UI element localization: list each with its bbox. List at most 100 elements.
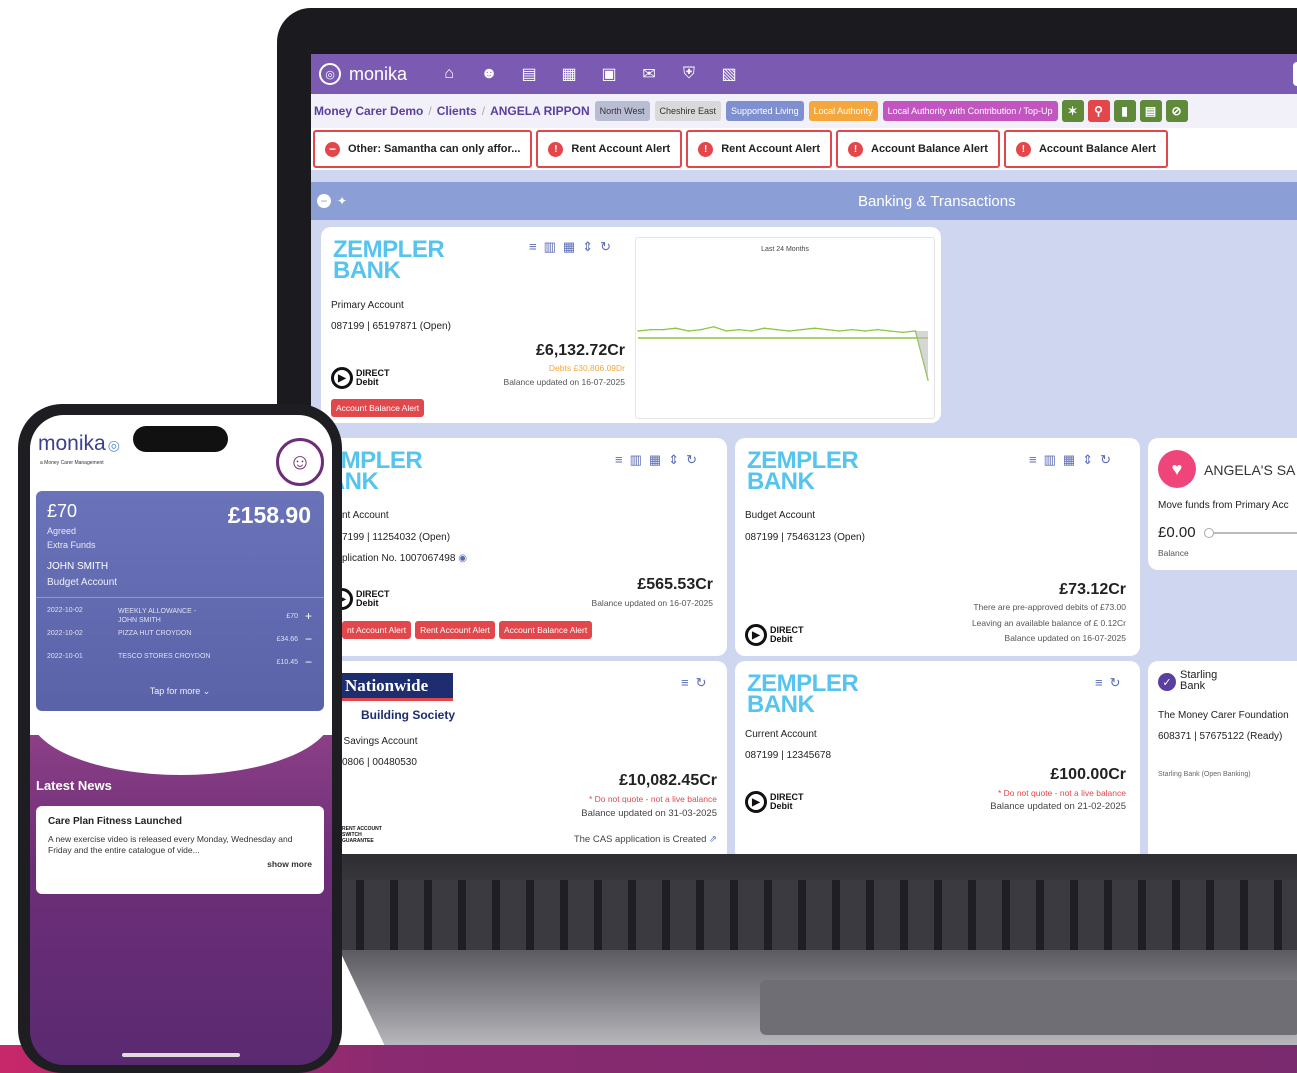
section-header: − ✦ Banking & Transactions	[311, 182, 1297, 220]
tap-for-more[interactable]: Tap for more ⌄	[36, 686, 324, 697]
chart-icon[interactable]: ▥	[544, 239, 556, 255]
chevron-down-icon: ⌄	[202, 686, 211, 696]
location-icon[interactable]: ⚲	[1087, 100, 1110, 122]
eye-icon[interactable]: ◉	[458, 553, 467, 564]
savings-slider[interactable]	[1204, 528, 1297, 538]
block-icon[interactable]: ⊘	[1165, 100, 1188, 122]
menu-icon[interactable]: ≡	[1029, 452, 1037, 468]
grid-icon[interactable]: ▦	[563, 239, 575, 255]
mail-icon[interactable]: ✉	[639, 64, 659, 84]
clipboard-icon[interactable]: ▣	[599, 64, 619, 84]
chart-point	[889, 330, 891, 332]
refresh-icon[interactable]: ↻	[600, 239, 611, 255]
external-link-icon[interactable]: ⇗	[709, 834, 717, 845]
account-name: \ Savings Account	[338, 736, 418, 747]
chart-point	[826, 328, 828, 331]
chart-point	[876, 328, 879, 331]
savings-pot-card[interactable]: ♥ ANGELA'S SA Move funds from Primary Ac…	[1148, 438, 1297, 570]
alert-balance-2[interactable]: ! Account Balance Alert	[1003, 130, 1168, 168]
grid-icon[interactable]: ▦	[649, 452, 661, 468]
tag-cheshire-east: Cheshire East	[654, 101, 722, 121]
report-icon[interactable]: ▤	[1139, 100, 1162, 122]
nationwide-logo: Nationwide	[341, 673, 453, 701]
sort-icon[interactable]: ⇕	[1082, 452, 1093, 468]
people-icon[interactable]: ☻	[479, 64, 499, 84]
nationwide-sub: Building Society	[361, 708, 456, 722]
news-card[interactable]: Care Plan Fitness Launched A new exercis…	[36, 806, 324, 894]
receipt-icon[interactable]: ▦	[559, 64, 579, 84]
home-indicator[interactable]	[122, 1053, 240, 1057]
primary-account-card[interactable]: ZEMPLER BANK ≡ ▥ ▦ ⇕ ↻ Primary Account 087199…	[321, 227, 941, 423]
starling-account-card[interactable]: ✓ Starling Bank The Money Carer Foundati…	[1148, 661, 1297, 854]
direct-debit-logo: ▶DIRECT Debit	[745, 624, 804, 646]
collapse-icon[interactable]: −	[317, 194, 331, 208]
badge-rent-2[interactable]: Rent Account Alert	[415, 621, 496, 639]
transaction-amount: £70	[286, 613, 298, 620]
menu-icon[interactable]: ≡	[1095, 675, 1103, 691]
not-live-warning: * Do not quote - not a live balance	[997, 788, 1126, 798]
budget-account-card[interactable]: ZEMPLER BANK ≡ ▥ ▦ ⇕ ↻ Budget Account 087199 …	[735, 438, 1140, 656]
move-funds-text[interactable]: Move funds from Primary Acc	[1158, 500, 1289, 511]
show-more-link[interactable]: show more	[48, 859, 312, 869]
zempler-logo: ZEMPLERBANK	[747, 447, 859, 495]
shield-icon[interactable]: ⛨	[679, 64, 699, 84]
activity-icon[interactable]: ✶	[1061, 100, 1084, 122]
account-number: 7199 | 11254032 (Open)	[342, 532, 451, 543]
pin-icon[interactable]: ✦	[337, 194, 347, 208]
sort-icon[interactable]: ⇕	[582, 239, 593, 255]
breadcrumb-client-name[interactable]: ANGELA RIPPON	[490, 104, 590, 118]
breadcrumb-clients[interactable]: Clients	[437, 104, 477, 118]
refresh-icon[interactable]: ↻	[1100, 452, 1111, 468]
alert-label: Rent Account Alert	[571, 143, 671, 155]
badge-rent-1[interactable]: nt Account Alert	[342, 621, 412, 639]
chart-point	[763, 327, 765, 329]
chart-point	[838, 330, 841, 332]
tag-local-authority-contribution: Local Authority with Contribution / Top-…	[882, 101, 1058, 121]
account-number: 087199 | 75463123 (Open)	[745, 532, 865, 543]
menu-icon[interactable]: ≡	[681, 675, 689, 691]
plus-icon[interactable]: +	[305, 609, 312, 623]
chart-point	[901, 331, 904, 334]
second-account-card[interactable]: ZEMPLERBANK ≡▥▦⇕↻ nt Account 7199 | 1125…	[321, 438, 727, 656]
menu-icon[interactable]: ≡	[615, 452, 623, 468]
account-balance: £73.12Cr	[1059, 581, 1126, 598]
alert-rent-1[interactable]: ! Rent Account Alert	[536, 130, 683, 168]
account-number: 608371 | 57675122 (Ready)	[1158, 731, 1283, 742]
menu-icon[interactable]: ≡	[529, 239, 537, 255]
calendar-gift-icon[interactable]: ▧	[719, 64, 739, 84]
budget-summary-card[interactable]: £70 Agreed Extra Funds £158.90 JOHN SMIT…	[36, 491, 324, 711]
grid-icon[interactable]: ▦	[1063, 452, 1075, 468]
account-balance: £100.00Cr	[1050, 766, 1126, 783]
cas-status[interactable]: The CAS application is Created ⇗	[574, 834, 717, 845]
pre-approved-note: There are pre-approved debits of £73.00	[973, 602, 1126, 612]
alert-other[interactable]: − Other: Samantha can only affor...	[313, 130, 533, 168]
minus-icon[interactable]: −	[305, 655, 312, 669]
refresh-icon[interactable]: ↻	[696, 675, 707, 691]
chart-point	[851, 328, 854, 331]
minus-icon[interactable]: −	[305, 632, 312, 646]
document-icon[interactable]: ▮	[1113, 100, 1136, 122]
account-alert-badge[interactable]: Account Balance Alert	[331, 398, 428, 417]
refresh-icon[interactable]: ↻	[1110, 675, 1121, 691]
alert-rent-2[interactable]: ! Rent Account Alert	[686, 130, 832, 168]
nav-search-box[interactable]	[1293, 62, 1297, 86]
chart-icon[interactable]: ▥	[630, 452, 642, 468]
alert-balance-1[interactable]: ! Account Balance Alert	[836, 130, 1000, 168]
breadcrumb-org[interactable]: Money Carer Demo	[314, 104, 423, 118]
profile-avatar-icon[interactable]: ☺	[276, 438, 324, 486]
alert-bar: − Other: Samantha can only affor... ! Rent…	[311, 128, 1297, 170]
phone-logo-sub: a Money Carer Management	[40, 460, 104, 466]
balance-updated: Balance updated on 16-07-2025	[503, 377, 625, 387]
account-balance: £565.53Cr	[637, 576, 713, 593]
chart-icon[interactable]: ▥	[1044, 452, 1056, 468]
nationwide-account-card[interactable]: Nationwide Building Society ≡ ↻ \ Savings…	[321, 661, 727, 854]
badge-balance[interactable]: Account Balance Alert	[499, 621, 593, 639]
sort-icon[interactable]: ⇕	[668, 452, 679, 468]
home-icon[interactable]: ⌂	[439, 64, 459, 84]
current-account-card[interactable]: ZEMPLER BANK ≡ ↻ Current Account 087199 | …	[735, 661, 1140, 854]
card-tools: ≡ ↻	[1095, 675, 1121, 691]
tag-local-authority: Local Authority	[808, 101, 878, 121]
account-number: 087199 | 65197871 (Open)	[331, 321, 451, 332]
refresh-icon[interactable]: ↻	[686, 452, 697, 468]
id-card-icon[interactable]: ▤	[519, 64, 539, 84]
